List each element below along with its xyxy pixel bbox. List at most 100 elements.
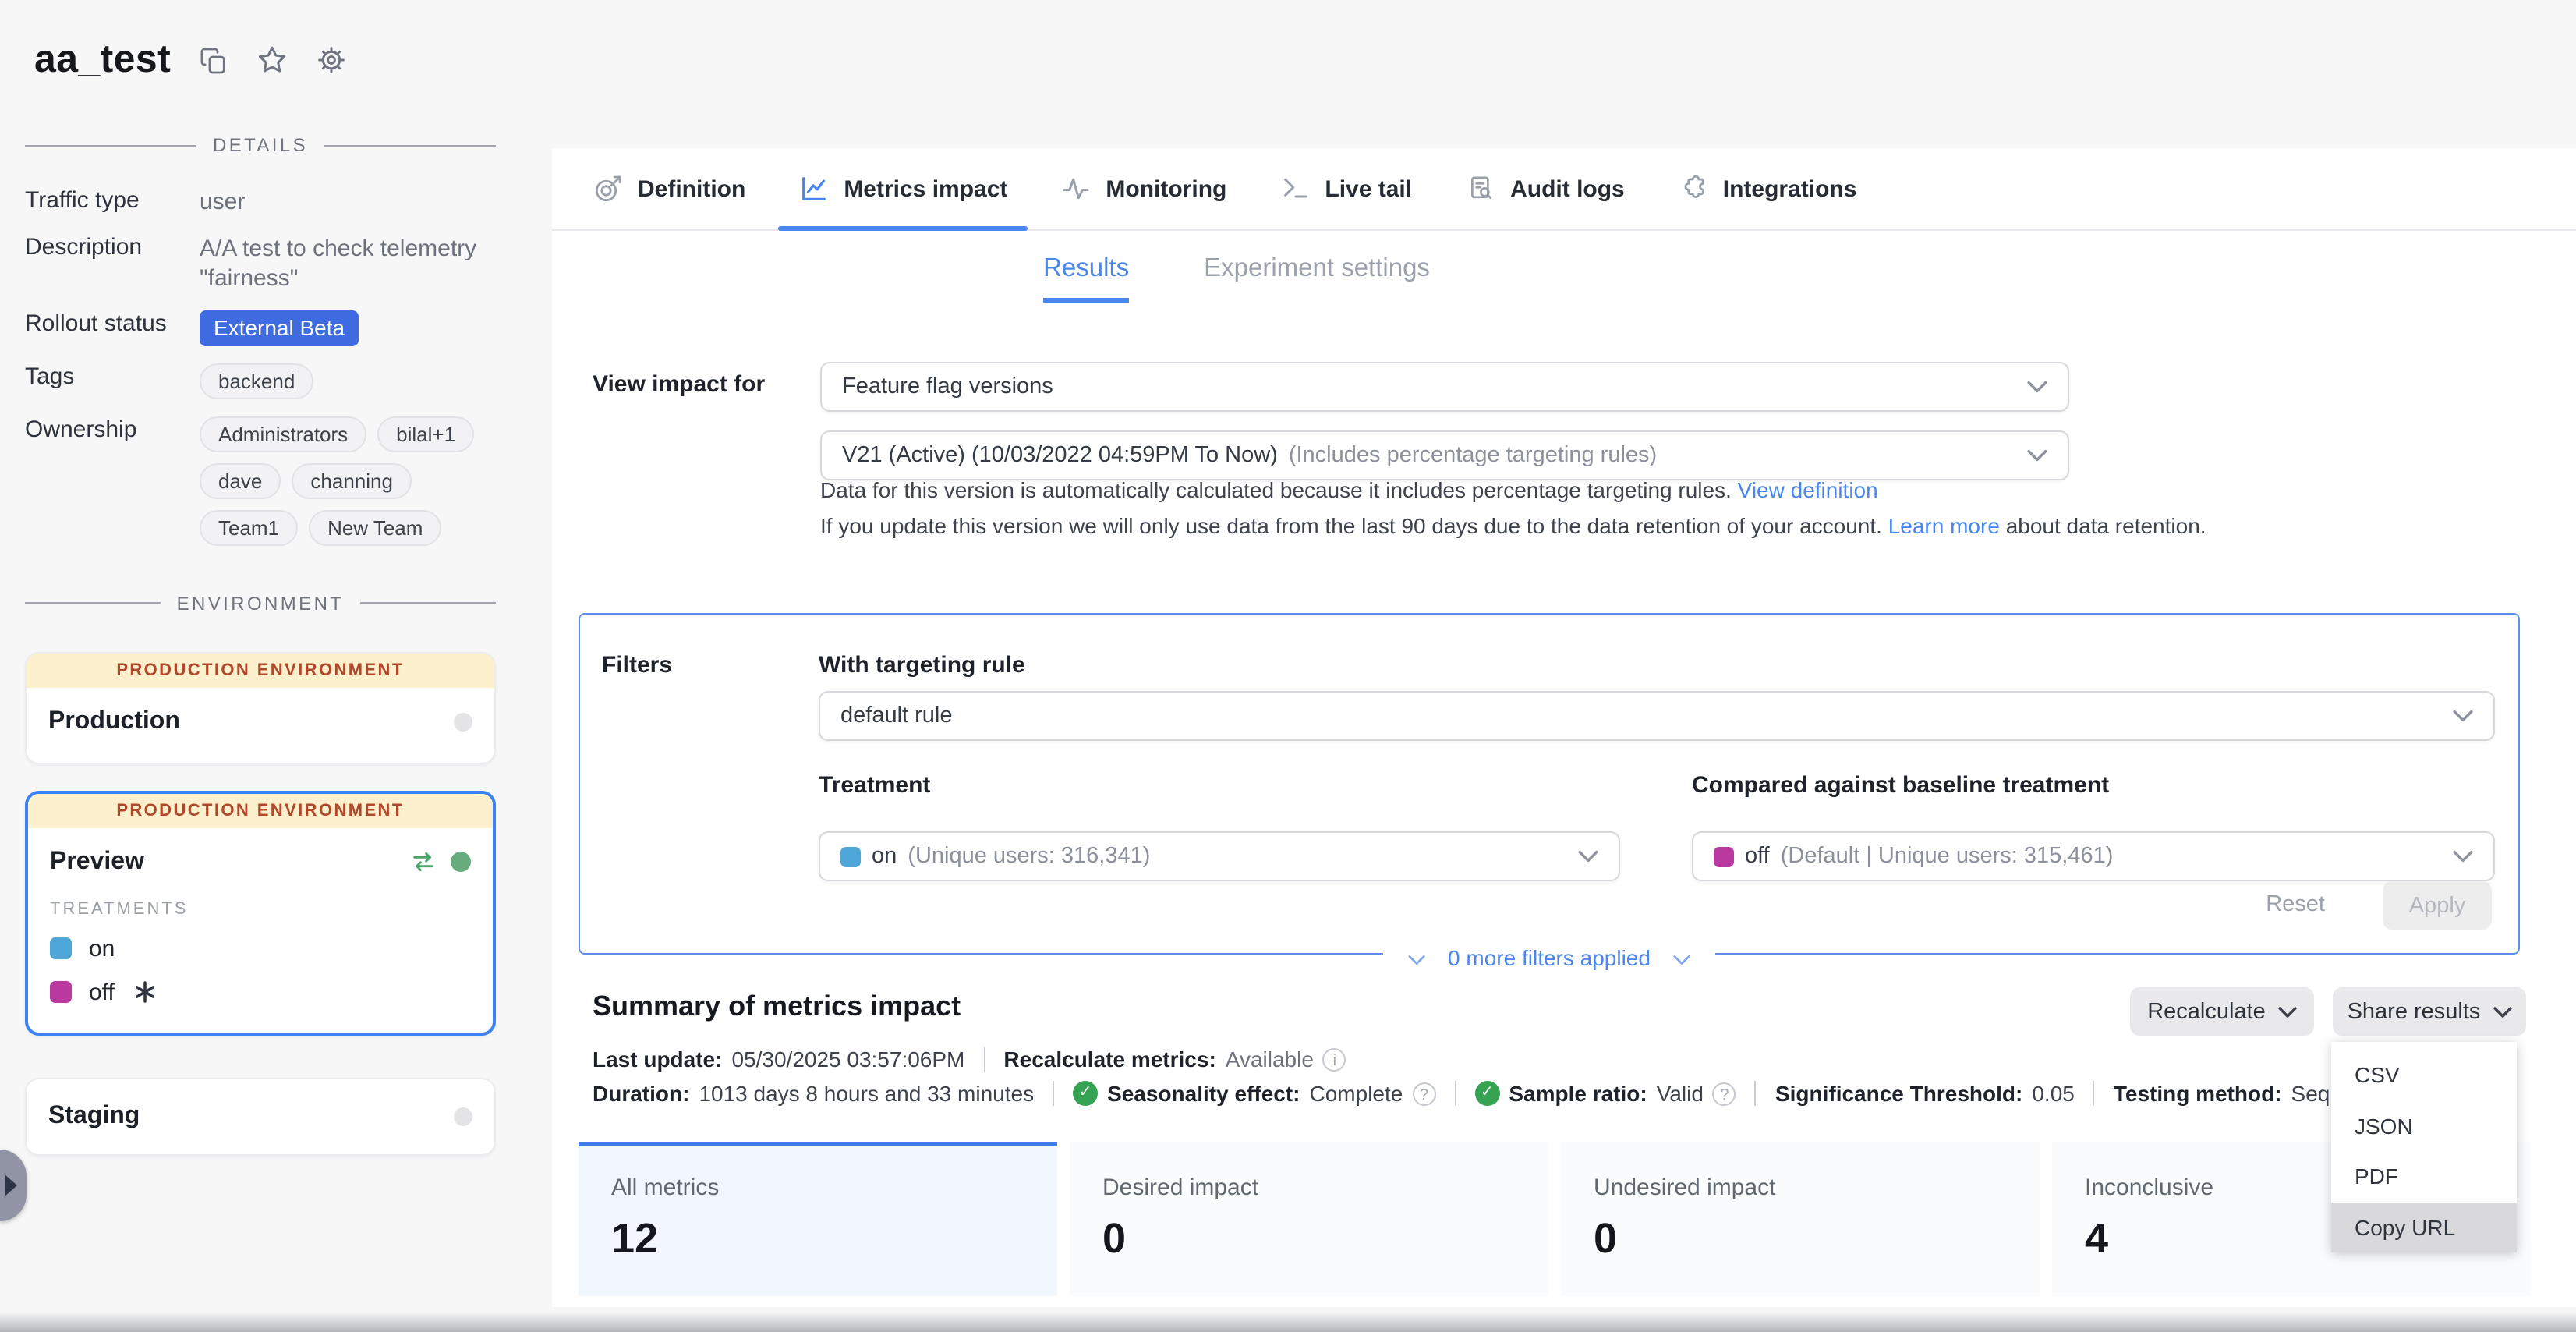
traffic-type-label: Traffic type xyxy=(25,187,193,214)
testing-method-label: Testing method: xyxy=(2114,1081,2282,1106)
treatment-row-off: off xyxy=(50,980,471,1006)
seasonality-label: Seasonality effect: xyxy=(1107,1081,1300,1106)
targeting-rule-value: default rule xyxy=(840,703,953,728)
app-window: aa_test DETAILS Traffic type user Descri… xyxy=(0,0,2576,1332)
significance-threshold-label: Significance Threshold: xyxy=(1775,1081,2022,1106)
treatment-off-name: off xyxy=(89,980,115,1006)
card-undesired-impact[interactable]: Undesired impact 0 xyxy=(1561,1142,2040,1296)
chevron-down-icon xyxy=(1578,844,1598,869)
production-environment-banner: PRODUCTION ENVIRONMENT xyxy=(27,654,494,688)
description-value: A/A test to check telemetry "fairness" xyxy=(200,234,496,293)
tags-row: Tags backend xyxy=(25,363,496,399)
chevron-down-icon xyxy=(2453,844,2473,869)
recalculate-button[interactable]: Recalculate xyxy=(2130,987,2314,1036)
filters-label: Filters xyxy=(602,652,672,678)
treatment-row-on: on xyxy=(50,936,471,962)
help-icon[interactable]: ? xyxy=(1412,1082,1435,1105)
environment-card-staging[interactable]: Staging xyxy=(25,1078,496,1156)
subtab-experiment-settings[interactable]: Experiment settings xyxy=(1204,254,1430,303)
menu-item-copy-url[interactable]: Copy URL xyxy=(2331,1202,2517,1252)
menu-item-csv[interactable]: CSV xyxy=(2331,1050,2517,1100)
more-filters-toggle[interactable]: 0 more filters applied xyxy=(1382,945,1716,970)
menu-item-json[interactable]: JSON xyxy=(2331,1100,2517,1151)
card-all-metrics[interactable]: All metrics 12 xyxy=(579,1142,1057,1296)
chevron-down-icon xyxy=(2278,999,2297,1024)
view-definition-link[interactable]: View definition xyxy=(1738,477,1878,502)
treatment-value-note: (Unique users: 316,341) xyxy=(908,844,1150,869)
sidebar-collapse-handle[interactable] xyxy=(0,1150,27,1221)
gear-icon[interactable] xyxy=(314,44,347,76)
version-value: V21 (Active) (10/03/2022 04:59PM To Now) xyxy=(842,443,1278,468)
version-info-text: Data for this version is automatically c… xyxy=(820,477,1732,502)
view-impact-label: View impact for xyxy=(593,371,765,398)
expand-arrow-icon xyxy=(5,1174,17,1196)
baseline-dropdown[interactable]: off (Default | Unique users: 315,461) xyxy=(1692,831,2495,881)
tab-audit-logs[interactable]: Audit logs xyxy=(1465,148,1625,229)
description-label: Description xyxy=(25,234,193,260)
owner-pill: New Team xyxy=(309,510,441,546)
help-icon[interactable]: ? xyxy=(1713,1082,1736,1105)
main-panel: Definition Metrics impact Monitoring Liv… xyxy=(552,148,2576,1307)
more-filters-label: 0 more filters applied xyxy=(1448,945,1651,970)
copy-icon[interactable] xyxy=(197,44,228,76)
environment-name-preview: Preview xyxy=(50,848,144,877)
subtab-bar: Results Experiment settings xyxy=(552,254,1921,303)
environment-card-production[interactable]: PRODUCTION ENVIRONMENT Production xyxy=(25,652,496,764)
environment-card-preview[interactable]: PRODUCTION ENVIRONMENT Preview TREATMENT… xyxy=(25,791,496,1036)
bottom-scroll-shadow xyxy=(0,1312,2576,1332)
tab-label: Metrics impact xyxy=(844,175,1007,202)
tab-live-tail[interactable]: Live tail xyxy=(1279,148,1412,229)
reset-button[interactable]: Reset xyxy=(2256,891,2334,919)
card-value: 0 xyxy=(1594,1215,2040,1263)
card-desired-impact[interactable]: Desired impact 0 xyxy=(1070,1142,1548,1296)
tag-pill: backend xyxy=(200,363,313,399)
ownership-label: Ownership xyxy=(25,416,193,443)
treatment-off-swatch xyxy=(1714,846,1734,866)
tab-monitoring[interactable]: Monitoring xyxy=(1060,148,1226,229)
filters-panel: Filters With targeting rule default rule… xyxy=(579,613,2520,955)
chevron-down-icon xyxy=(1407,945,1424,970)
rollout-status-badge: External Beta xyxy=(200,310,359,346)
divider xyxy=(1454,1081,1456,1106)
tab-label: Audit logs xyxy=(1510,175,1625,202)
info-icon[interactable]: i xyxy=(1323,1047,1346,1071)
treatments-header: TREATMENTS xyxy=(50,900,471,919)
menu-item-pdf[interactable]: PDF xyxy=(2331,1151,2517,1202)
tab-definition[interactable]: Definition xyxy=(593,148,745,229)
treatment-off-swatch xyxy=(50,982,72,1004)
treatment-dropdown[interactable]: on (Unique users: 316,341) xyxy=(819,831,1620,881)
targeting-rule-label: With targeting rule xyxy=(819,652,1025,678)
tab-metrics-impact[interactable]: Metrics impact xyxy=(798,148,1007,229)
rollout-status-label: Rollout status xyxy=(25,310,193,337)
traffic-type-row: Traffic type user xyxy=(25,187,496,217)
last-update-label: Last update: xyxy=(593,1047,722,1072)
pulse-icon xyxy=(1060,173,1092,204)
tags-label: Tags xyxy=(25,363,193,390)
learn-more-link[interactable]: Learn more xyxy=(1888,513,2000,538)
subtab-results[interactable]: Results xyxy=(1043,254,1129,303)
details-rows: Traffic type user Description A/A test t… xyxy=(25,187,496,546)
tab-integrations[interactable]: Integrations xyxy=(1678,148,1857,229)
tab-label: Definition xyxy=(638,175,745,202)
share-results-button[interactable]: Share results xyxy=(2333,987,2526,1036)
divider xyxy=(2093,1081,2095,1106)
share-results-menu: CSV JSON PDF Copy URL xyxy=(2331,1042,2517,1252)
impact-type-dropdown[interactable]: Feature flag versions xyxy=(820,362,2069,412)
rollout-status-row: Rollout status External Beta xyxy=(25,310,496,346)
star-icon[interactable] xyxy=(255,44,288,76)
baseline-label: Compared against baseline treatment xyxy=(1692,772,2109,799)
apply-button[interactable]: Apply xyxy=(2383,881,2492,930)
owner-pill: bilal+1 xyxy=(377,416,474,452)
chevron-down-icon xyxy=(2027,374,2047,399)
status-dot-green xyxy=(451,852,471,873)
targeting-rule-dropdown[interactable]: default rule xyxy=(819,691,2495,741)
version-dropdown[interactable]: V21 (Active) (10/03/2022 04:59PM To Now)… xyxy=(820,430,2069,480)
treatment-label: Treatment xyxy=(819,772,930,799)
treatment-on-swatch xyxy=(840,846,861,866)
chevron-down-icon xyxy=(2493,999,2511,1024)
version-note: (Includes percentage targeting rules) xyxy=(1289,443,1657,468)
tab-bar: Definition Metrics impact Monitoring Liv… xyxy=(552,148,2576,231)
summary-meta-row-1: Last update: 05/30/2025 03:57:06PM Recal… xyxy=(593,1047,2517,1072)
tab-label: Live tail xyxy=(1325,175,1412,202)
version-info-line: Data for this version is automatically c… xyxy=(820,477,1878,502)
